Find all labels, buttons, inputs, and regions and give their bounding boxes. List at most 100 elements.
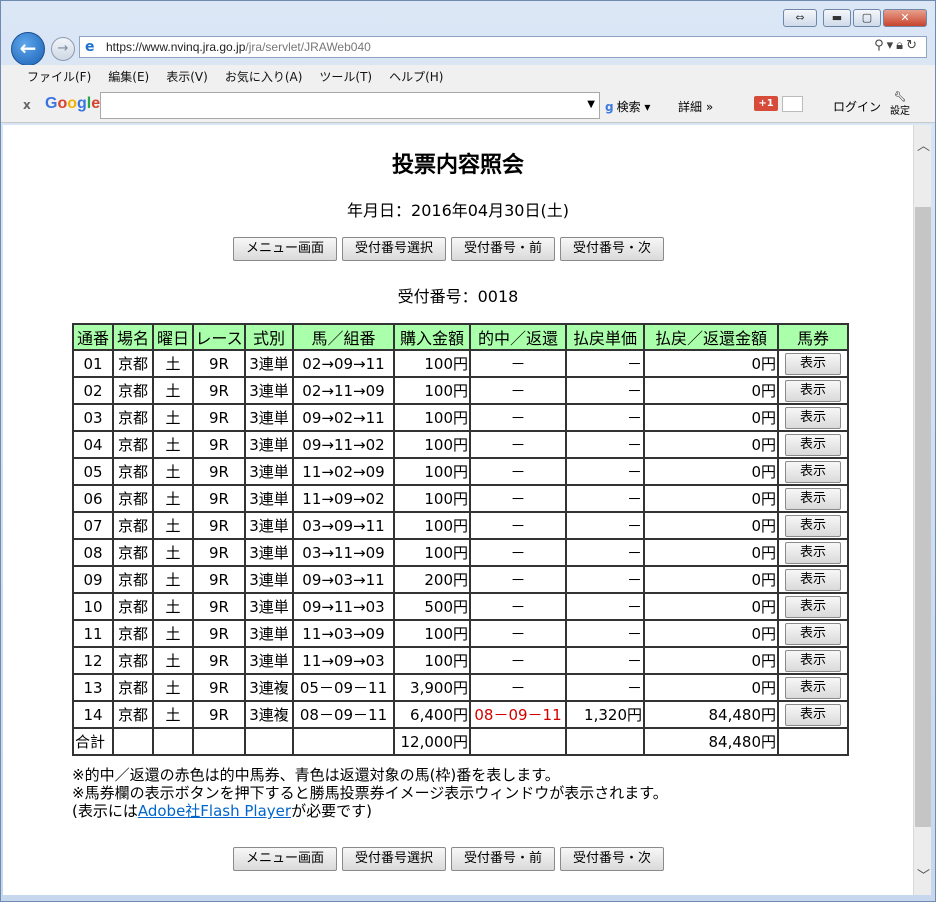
cell-combo: 02→09→11 [292, 349, 395, 378]
google-plus-icon[interactable]: +1 [754, 96, 778, 111]
vertical-scrollbar[interactable]: ︿ ﹀ [913, 125, 931, 895]
cell-combo: 11→09→03 [292, 646, 395, 675]
menu-screen-button[interactable]: メニュー画面 [233, 237, 338, 261]
cell-venue: 京都 [112, 457, 154, 486]
cell-race: 9R [192, 565, 246, 594]
menu-file[interactable]: ファイル(F) [27, 68, 91, 85]
cell-venue: 京都 [112, 511, 154, 540]
cell-no: 08 [72, 538, 114, 567]
google-search-input[interactable]: ▼ [100, 92, 600, 119]
empty-cell [565, 727, 645, 756]
address-tools-icons[interactable]: ⚲▾🔒︎↻ [874, 38, 920, 53]
table-row: 11 京都土 9R 3連単 11→03→09 100円－－ 0円 表示 [72, 619, 849, 648]
show-ticket-button[interactable]: 表示 [785, 379, 841, 402]
menu-view[interactable]: 表示(V) [166, 68, 208, 85]
cell-venue: 京都 [112, 376, 154, 405]
show-ticket-button[interactable]: 表示 [785, 487, 841, 510]
show-ticket-button[interactable]: 表示 [785, 352, 841, 375]
cell-race: 9R [192, 700, 246, 729]
cell-combo: 09→02→11 [292, 403, 395, 432]
cell-day: 土 [152, 484, 194, 513]
toolbar-close-icon[interactable]: x [23, 98, 31, 112]
address-bar[interactable]: e https://www.nvinq.jra.go.jp/jra/servle… [79, 36, 927, 58]
cell-unit: － [565, 430, 645, 459]
cell-ticket: 表示 [777, 403, 849, 432]
settings-button[interactable]: 🔧︎ 設定 [890, 91, 910, 119]
back-button[interactable]: ← [11, 32, 45, 66]
chevron-down-icon[interactable]: ▼ [587, 99, 595, 110]
close-button[interactable]: ✕ [883, 9, 927, 27]
col-header: 場名 [112, 323, 154, 351]
address-url[interactable]: https://www.nvinq.jra.go.jp/jra/servlet/… [106, 40, 371, 54]
cell-venue: 京都 [112, 430, 154, 459]
scroll-down-icon[interactable]: ﹀ [917, 865, 930, 884]
cell-payout: 0円 [643, 592, 779, 621]
cell-day: 土 [152, 403, 194, 432]
show-ticket-button[interactable]: 表示 [785, 595, 841, 618]
cell-type: 3連単 [244, 484, 294, 513]
google-search-button[interactable]: g 検索 ▾ [605, 98, 650, 115]
show-ticket-button[interactable]: 表示 [785, 622, 841, 645]
cell-unit: － [565, 457, 645, 486]
prev-ticket-button[interactable]: 受付番号・前 [451, 847, 556, 871]
date-line: 年月日：2016年04月30日(土) [347, 201, 569, 220]
google-logo: Google [45, 95, 101, 112]
menu-edit[interactable]: 編集(E) [108, 68, 149, 85]
refresh-icon[interactable]: ↻ [906, 38, 920, 53]
show-ticket-button[interactable]: 表示 [785, 460, 841, 483]
empty-cell [112, 727, 154, 756]
menu-favorites[interactable]: お気に入り(A) [225, 68, 303, 85]
select-ticket-button[interactable]: 受付番号選択 [342, 237, 447, 261]
show-ticket-button[interactable]: 表示 [785, 514, 841, 537]
cell-payout: 0円 [643, 646, 779, 675]
scroll-up-icon[interactable]: ︿ [917, 135, 930, 154]
login-button[interactable]: ログイン [833, 98, 881, 115]
menu-help[interactable]: ヘルプ(H) [389, 68, 443, 85]
next-ticket-button[interactable]: 受付番号・次 [560, 237, 665, 261]
cell-unit: － [565, 592, 645, 621]
cell-venue: 京都 [112, 646, 154, 675]
cell-no: 12 [72, 646, 114, 675]
show-ticket-button[interactable]: 表示 [785, 568, 841, 591]
cell-venue: 京都 [112, 619, 154, 648]
cell-hit: 08－09－11 [469, 700, 567, 729]
menu-screen-button[interactable]: メニュー画面 [233, 847, 338, 871]
cell-ticket: 表示 [777, 619, 849, 648]
cell-amount: 100円 [393, 430, 471, 459]
menu-tools[interactable]: ツール(T) [319, 68, 372, 85]
cell-amount: 6,400円 [393, 700, 471, 729]
maximize-button[interactable]: ▢ [853, 9, 881, 27]
cell-no: 04 [72, 430, 114, 459]
prev-ticket-button[interactable]: 受付番号・前 [451, 237, 556, 261]
search-icon[interactable]: ⚲ [874, 38, 887, 53]
cell-hit: － [469, 592, 567, 621]
cell-type: 3連単 [244, 538, 294, 567]
show-ticket-button[interactable]: 表示 [785, 703, 841, 726]
cell-day: 土 [152, 538, 194, 567]
show-ticket-button[interactable]: 表示 [785, 676, 841, 699]
more-button[interactable]: 詳細 » [678, 98, 713, 115]
show-ticket-button[interactable]: 表示 [785, 649, 841, 672]
next-ticket-button[interactable]: 受付番号・次 [560, 847, 665, 871]
col-header: 馬／組番 [292, 323, 395, 351]
scroll-thumb[interactable] [915, 207, 931, 827]
cell-ticket: 表示 [777, 646, 849, 675]
flash-player-link[interactable]: Adobe社Flash Player [138, 802, 291, 820]
ie-page-icon: e [85, 39, 95, 55]
cell-hit: － [469, 376, 567, 405]
show-ticket-button[interactable]: 表示 [785, 406, 841, 429]
cell-no: 03 [72, 403, 114, 432]
cell-type: 3連単 [244, 565, 294, 594]
cell-amount: 100円 [393, 457, 471, 486]
table-row: 08 京都土 9R 3連単 03→11→09 100円－－ 0円 表示 [72, 538, 849, 567]
compat-view-icon[interactable]: ⇔ [783, 9, 817, 27]
lock-icon[interactable]: 🔒︎ [896, 38, 906, 53]
select-ticket-button[interactable]: 受付番号選択 [342, 847, 447, 871]
cell-race: 9R [192, 457, 246, 486]
cell-combo: 05－09－11 [292, 673, 395, 702]
forward-button[interactable]: → [51, 37, 75, 61]
cell-ticket: 表示 [777, 430, 849, 459]
show-ticket-button[interactable]: 表示 [785, 433, 841, 456]
show-ticket-button[interactable]: 表示 [785, 541, 841, 564]
minimize-button[interactable]: ▬ [823, 9, 851, 27]
